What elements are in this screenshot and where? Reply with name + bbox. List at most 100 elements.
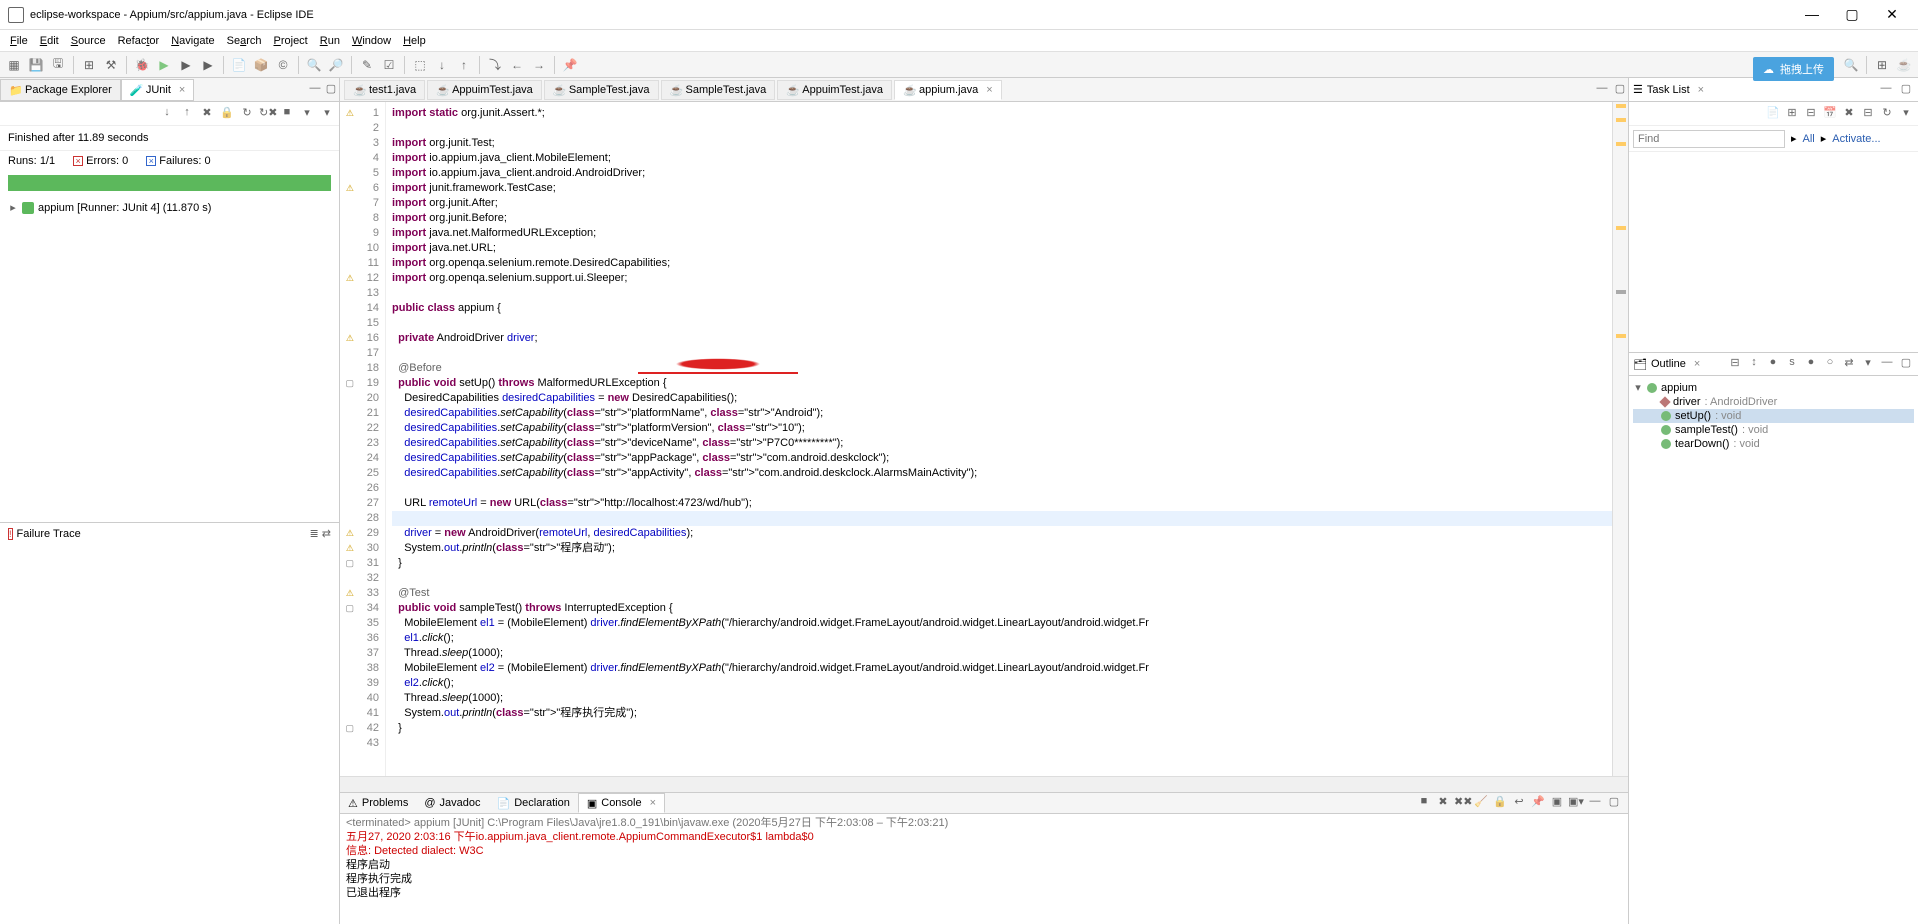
open-console-icon[interactable]: ▣▾ <box>1568 795 1584 811</box>
maximize-editor-icon[interactable]: ▢ <box>1612 82 1628 98</box>
maximize-tasklist-icon[interactable]: ▢ <box>1898 82 1914 98</box>
java-perspective-icon[interactable]: ☕ <box>1894 55 1914 75</box>
menu-source[interactable]: Source <box>65 33 112 49</box>
minimize-button[interactable]: — <box>1802 6 1822 23</box>
overview-ruler[interactable] <box>1612 102 1628 776</box>
tab-appuimtest1[interactable]: ☕AppuimTest.java <box>427 80 542 100</box>
terminate-icon[interactable]: ■ <box>1416 795 1432 811</box>
step-icon[interactable]: ⤵ <box>485 55 505 75</box>
hide-fields-icon[interactable]: ● <box>1765 356 1781 372</box>
task-activate-link[interactable]: Activate... <box>1832 133 1880 145</box>
rerun-icon[interactable]: ↻ <box>239 106 255 122</box>
save-icon[interactable]: 💾 <box>26 55 46 75</box>
menu-edit[interactable]: Edit <box>34 33 65 49</box>
task-find-input[interactable] <box>1633 130 1785 148</box>
task-all-link[interactable]: All <box>1803 133 1815 145</box>
hide-static-icon[interactable]: s <box>1784 356 1800 372</box>
annotate-icon[interactable]: ✎ <box>357 55 377 75</box>
debug-icon[interactable]: 🐞 <box>132 55 152 75</box>
open-perspective-icon[interactable]: ⊞ <box>1872 55 1892 75</box>
link-editor-icon[interactable]: ⇄ <box>1841 356 1857 372</box>
tab-problems[interactable]: ⚠Problems <box>340 793 416 813</box>
menu-run[interactable]: Run <box>314 33 346 49</box>
outline-menu-icon[interactable]: ▾ <box>1860 356 1876 372</box>
build-icon[interactable]: ⚒ <box>101 55 121 75</box>
scroll-lock-icon[interactable]: 🔒 <box>219 106 235 122</box>
tab-junit[interactable]: 🧪 JUnit × <box>121 79 195 101</box>
console-output[interactable]: <terminated> appium [JUnit] C:\Program F… <box>340 814 1628 924</box>
next-annotation-icon[interactable]: ↓ <box>432 55 452 75</box>
compare-icon[interactable]: ⇄ <box>322 528 331 540</box>
new-package-icon[interactable]: 📦 <box>251 55 271 75</box>
menu-navigate[interactable]: Navigate <box>165 33 220 49</box>
horizontal-scrollbar[interactable] <box>340 776 1628 792</box>
close-icon[interactable]: × <box>1694 358 1700 370</box>
schedule-icon[interactable]: 📅 <box>1822 106 1838 122</box>
outline-class[interactable]: ▾ appium <box>1633 380 1914 395</box>
back-icon[interactable]: ← <box>507 55 527 75</box>
run-last-icon[interactable]: ▶ <box>198 55 218 75</box>
maximize-outline-icon[interactable]: ▢ <box>1898 356 1914 372</box>
filter-trace-icon[interactable]: ≣ <box>310 528 319 540</box>
code-editor[interactable]: ⚠12345⚠67891011⚠12131415⚠161718▢19202122… <box>340 102 1628 776</box>
expand-icon[interactable]: ▸ <box>8 201 18 214</box>
remove-all-icon[interactable]: ✖✖ <box>1454 795 1470 811</box>
word-wrap-icon[interactable]: ↩ <box>1511 795 1527 811</box>
cloud-upload-badge[interactable]: ☁ 拖拽上传 <box>1753 57 1834 81</box>
menu-file[interactable]: File <box>4 33 34 49</box>
close-icon[interactable]: × <box>179 84 185 96</box>
maximize-view-icon[interactable]: ▢ <box>323 82 339 98</box>
minimize-editor-icon[interactable]: — <box>1594 82 1610 98</box>
close-icon[interactable]: × <box>650 797 656 809</box>
outline-method-teardown[interactable]: tearDown() : void <box>1633 437 1914 451</box>
menu-search[interactable]: Search <box>221 33 268 49</box>
display-selected-icon[interactable]: ▣ <box>1549 795 1565 811</box>
new-class-icon[interactable]: © <box>273 55 293 75</box>
focus-outline-icon[interactable]: ⊟ <box>1727 356 1743 372</box>
minimize-outline-icon[interactable]: — <box>1879 356 1895 372</box>
view-menu-icon[interactable]: ▾ <box>319 106 335 122</box>
hide-icon[interactable]: ✖ <box>1841 106 1857 122</box>
task-menu-icon[interactable]: ▾ <box>1898 106 1914 122</box>
hide-nonpublic-icon[interactable]: ● <box>1803 356 1819 372</box>
forward-icon[interactable]: → <box>529 55 549 75</box>
next-failure-icon[interactable]: ↓ <box>159 106 175 122</box>
remove-launch-icon[interactable]: ✖ <box>1435 795 1451 811</box>
new-java-icon[interactable]: 📄 <box>229 55 249 75</box>
tab-console[interactable]: ▣Console× <box>578 793 665 813</box>
tab-test1[interactable]: ☕test1.java <box>344 80 425 100</box>
tab-appuimtest2[interactable]: ☕AppuimTest.java <box>777 80 892 100</box>
toggle-mark-icon[interactable]: ⬚ <box>410 55 430 75</box>
minimize-view-icon[interactable]: — <box>307 82 323 98</box>
pin-console-icon[interactable]: 📌 <box>1530 795 1546 811</box>
categorize-icon[interactable]: ⊞ <box>1784 106 1800 122</box>
maximize-bottom-icon[interactable]: ▢ <box>1606 795 1622 811</box>
prev-failure-icon[interactable]: ↑ <box>179 106 195 122</box>
clear-console-icon[interactable]: 🧹 <box>1473 795 1489 811</box>
show-failures-icon[interactable]: ✖ <box>199 106 215 122</box>
close-icon[interactable]: × <box>1698 84 1704 96</box>
focus-icon[interactable]: ⊟ <box>1803 106 1819 122</box>
collapse-icon[interactable]: ▾ <box>1633 381 1643 394</box>
menu-window[interactable]: Window <box>346 33 397 49</box>
search-icon[interactable]: 🔎 <box>326 55 346 75</box>
quick-access-icon[interactable]: 🔍 <box>1841 55 1861 75</box>
save-all-icon[interactable]: 🖫 <box>48 55 68 75</box>
stop-icon[interactable]: ■ <box>279 106 295 122</box>
junit-test-node[interactable]: ▸ appium [Runner: JUnit 4] (11.870 s) <box>8 201 331 214</box>
tab-sampletest1[interactable]: ☕SampleTest.java <box>544 80 659 100</box>
tab-declaration[interactable]: 📄Declaration <box>489 793 578 813</box>
coverage-icon[interactable]: ▶ <box>176 55 196 75</box>
sort-icon[interactable]: ↕ <box>1746 356 1762 372</box>
tab-package-explorer[interactable]: 📁 Package Explorer <box>0 79 121 101</box>
tab-appium[interactable]: ☕appium.java× <box>894 80 1002 100</box>
synchronize-icon[interactable]: ↻ <box>1879 106 1895 122</box>
outline-field-driver[interactable]: driver : AndroidDriver <box>1633 395 1914 409</box>
prev-annotation-icon[interactable]: ↑ <box>454 55 474 75</box>
minimize-bottom-icon[interactable]: — <box>1587 795 1603 811</box>
rerun-failed-icon[interactable]: ↻✖ <box>259 106 275 122</box>
outline-method-setup[interactable]: setUp() : void <box>1633 409 1914 423</box>
toggle-breadcrumb-icon[interactable]: ⊞ <box>79 55 99 75</box>
tab-sampletest2[interactable]: ☕SampleTest.java <box>661 80 776 100</box>
pin-icon[interactable]: 📌 <box>560 55 580 75</box>
